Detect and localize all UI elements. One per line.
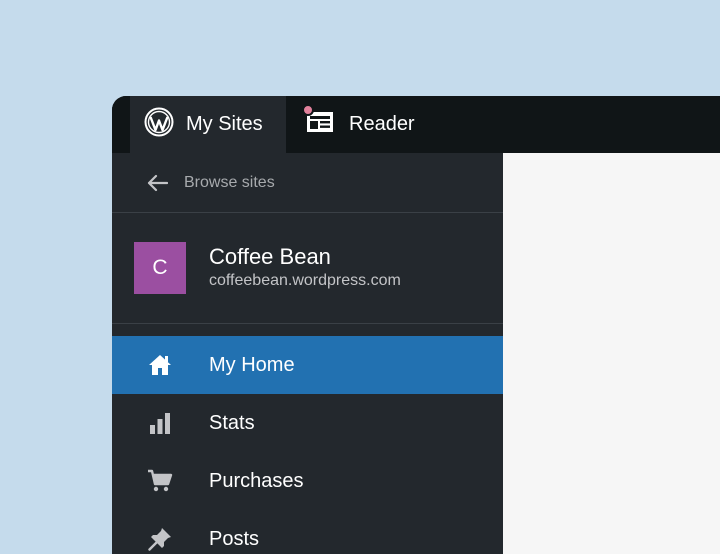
site-url: coffeebean.wordpress.com: [209, 272, 401, 289]
my-sites-label: My Sites: [186, 113, 263, 135]
reader-button[interactable]: Reader: [300, 96, 440, 153]
cart-icon: [145, 469, 175, 493]
reader-icon: [302, 103, 334, 140]
sidebar-item-stats[interactable]: Stats: [112, 394, 503, 452]
app-window: My Sites Reader Browse sites C Coffee Be…: [112, 96, 720, 554]
stats-icon: [145, 412, 175, 434]
sidebar-item-label: Purchases: [209, 469, 304, 492]
sidebar-item-label: Posts: [209, 527, 260, 550]
notification-dot: [302, 103, 314, 116]
site-info: Coffee Bean coffeebean.wordpress.com: [209, 244, 401, 292]
my-sites-button[interactable]: My Sites: [130, 96, 286, 153]
site-avatar: C: [134, 242, 186, 294]
browse-sites-link[interactable]: Browse sites: [112, 153, 503, 213]
sidebar-item-purchases[interactable]: Purchases: [112, 452, 503, 510]
site-name: Coffee Bean: [209, 244, 331, 269]
arrow-left-icon: [146, 174, 168, 192]
pin-icon: [145, 527, 175, 551]
sidebar-item-my-home[interactable]: My Home: [112, 336, 503, 394]
main-content: [503, 153, 720, 554]
reader-label: Reader: [349, 113, 415, 135]
sidebar: Browse sites C Coffee Bean coffeebean.wo…: [112, 153, 503, 554]
sidebar-menu: My Home Stats Purchases Posts: [112, 336, 503, 554]
home-icon: [145, 354, 175, 376]
current-site[interactable]: C Coffee Bean coffeebean.wordpress.com: [112, 213, 503, 324]
wordpress-logo-icon: [144, 107, 174, 143]
browse-sites-label: Browse sites: [184, 173, 275, 191]
sidebar-item-label: My Home: [209, 353, 295, 376]
masterbar: My Sites Reader: [112, 96, 720, 153]
sidebar-item-posts[interactable]: Posts: [112, 510, 503, 554]
sidebar-item-label: Stats: [209, 411, 255, 434]
